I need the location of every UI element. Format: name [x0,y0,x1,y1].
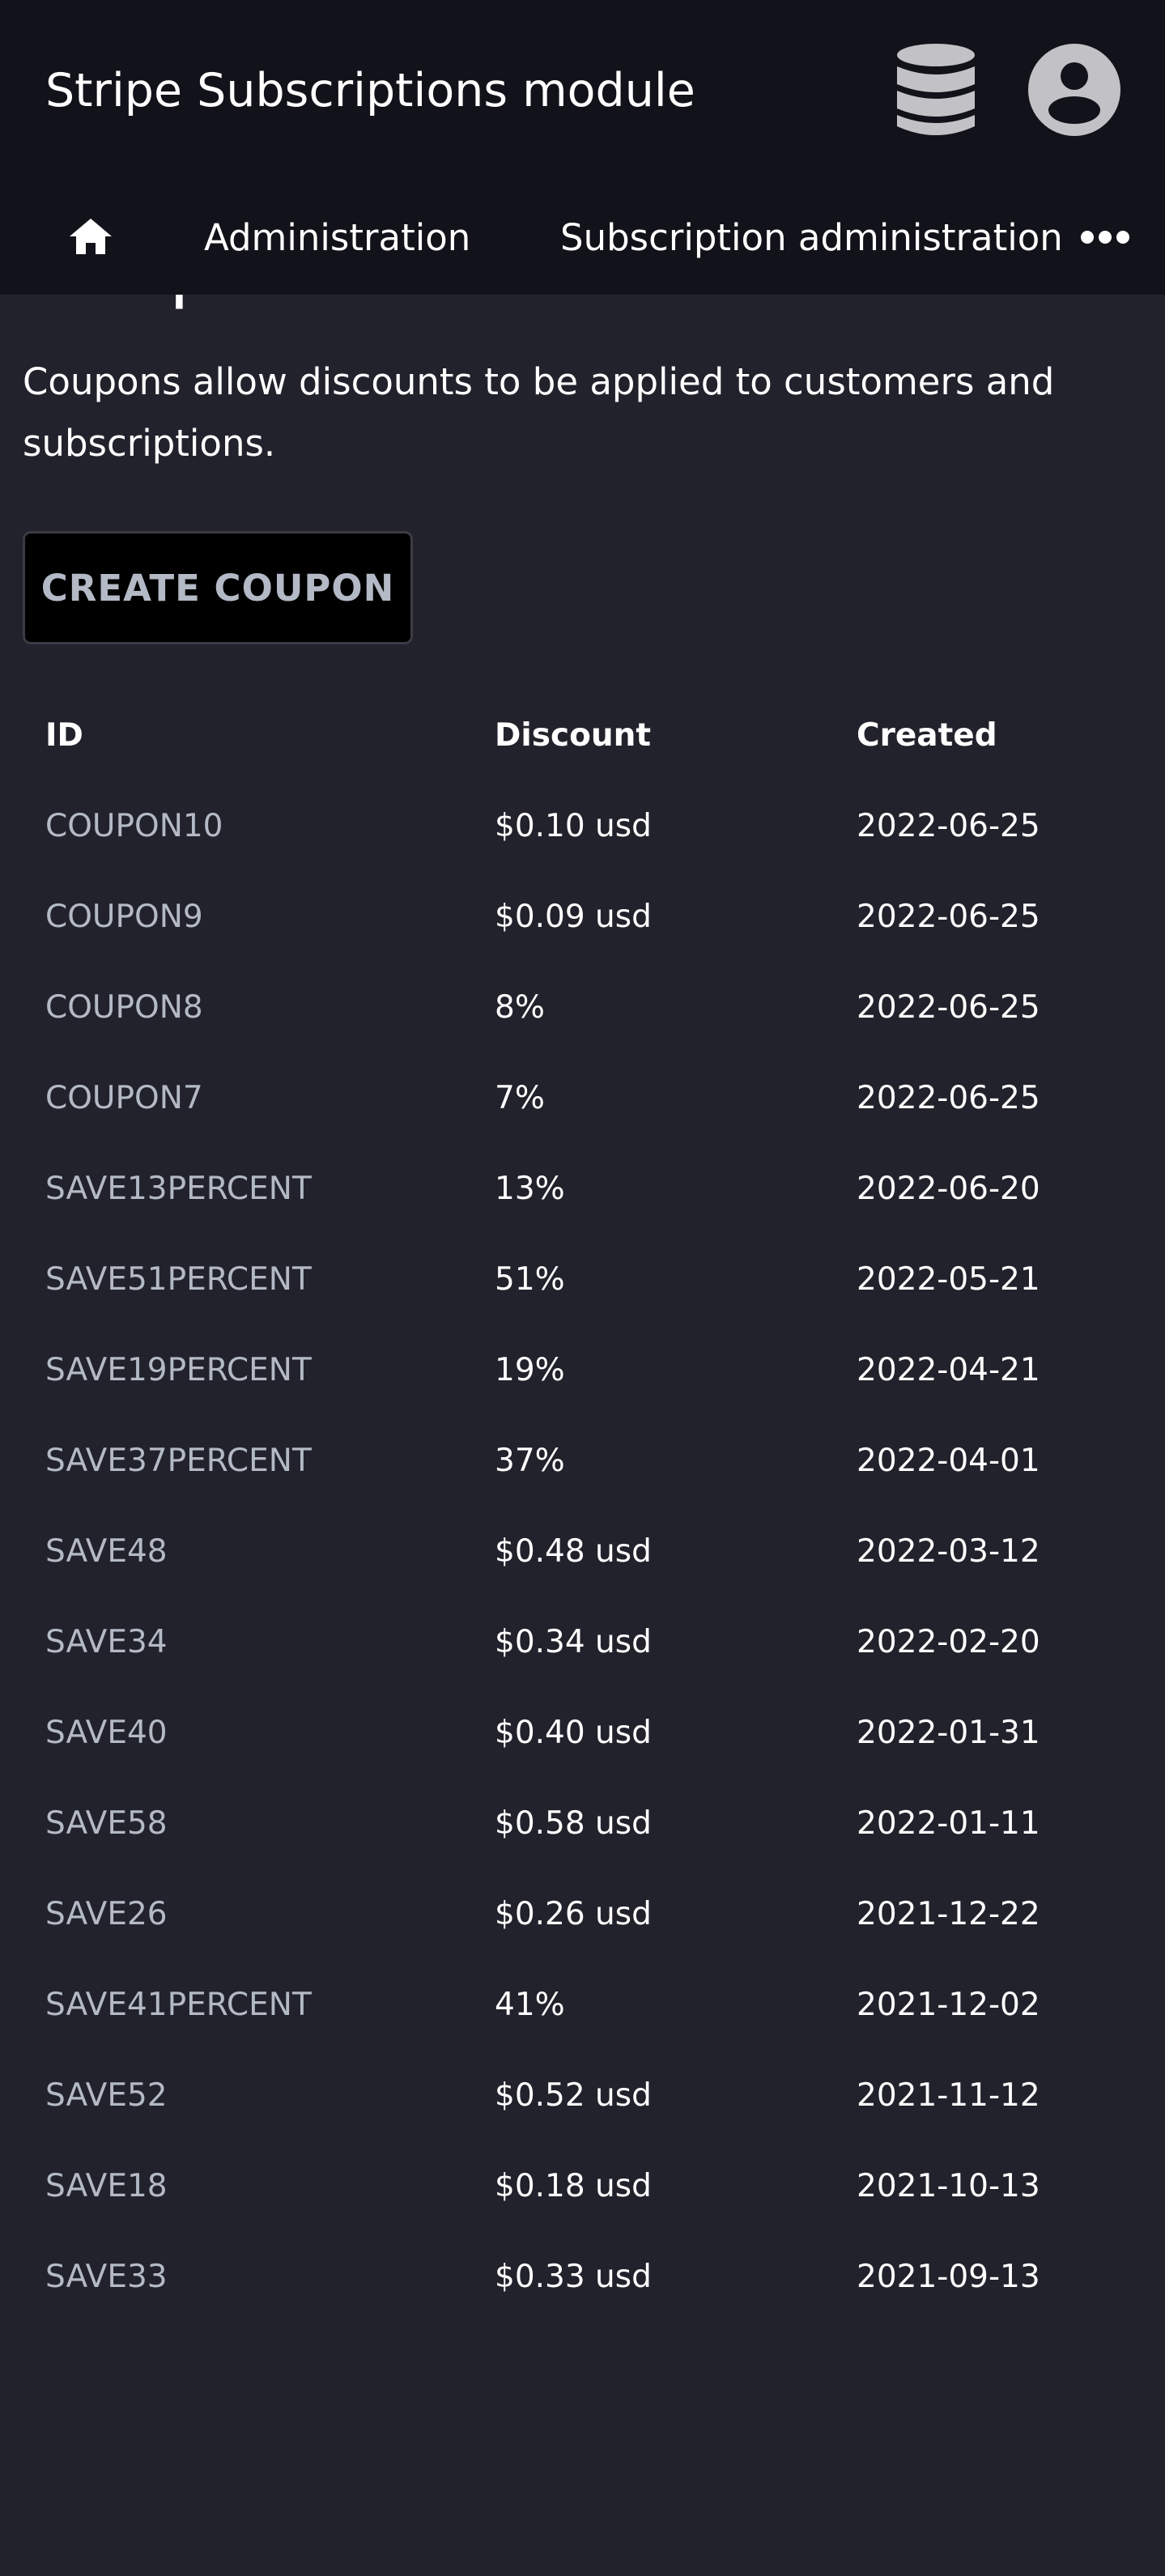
home-icon[interactable] [68,214,113,259]
create-coupon-button[interactable]: CREATE COUPON [23,531,413,644]
coupon-discount: 7% [495,1079,545,1116]
coupon-id-link[interactable]: SAVE40 [23,1687,495,1778]
coupon-created-date: 2022-06-25 [857,1079,1040,1116]
page-description: Coupons allow discounts to be applied to… [23,360,1055,465]
table-row[interactable]: SAVE52 $0.52 usd 2021-11-12 [23,2050,1142,2140]
coupon-id-link[interactable]: SAVE18 [23,2140,495,2231]
table-row[interactable]: SAVE58 $0.58 usd 2022-01-11 [23,1778,1142,1868]
nav-item-administration[interactable]: Administration [204,214,470,262]
coupon-discount: $0.52 usd [495,2077,652,2114]
table-row[interactable]: SAVE26 $0.26 usd 2021-12-22 [23,1868,1142,1959]
coupon-discount: $0.09 usd [495,898,652,935]
main-content: Coupons Coupons allow discounts to be ap… [0,178,1165,2322]
coupon-created-date: 2022-06-20 [857,1170,1040,1207]
coupon-created-date: 2021-12-22 [857,1895,1040,1932]
table-row[interactable]: SAVE48 $0.48 usd 2022-03-12 [23,1506,1142,1596]
coupon-discount: $0.58 usd [495,1804,652,1842]
database-icon[interactable] [895,44,976,138]
table-body: COUPON10 $0.10 usd 2022-06-25 COUPON9 $0.09 … [23,780,1142,2322]
coupon-discount: 37% [495,1442,565,1479]
coupon-created-date: 2022-03-12 [857,1532,1040,1570]
table-row[interactable]: COUPON10 $0.10 usd 2022-06-25 [23,780,1142,871]
coupon-id-link[interactable]: COUPON8 [23,962,495,1052]
table-row[interactable]: SAVE51PERCENT 51% 2022-05-21 [23,1234,1142,1324]
table-row[interactable]: SAVE33 $0.33 usd 2021-09-13 [23,2231,1142,2322]
coupon-id-link[interactable]: COUPON7 [23,1052,495,1143]
nav-item-subscription-administration[interactable]: Subscription administration [560,214,1063,262]
table-header-row: ID Discount Created [23,690,1142,780]
coupon-id-link[interactable]: SAVE58 [23,1778,495,1868]
coupon-discount: 19% [495,1351,565,1388]
breadcrumb-nav: Administration Subscription administrati… [0,178,1165,295]
coupons-table: ID Discount Created COUPON10 $0.10 usd 202… [23,690,1142,2322]
coupon-created-date: 2022-06-25 [857,898,1040,935]
table-row[interactable]: SAVE40 $0.40 usd 2022-01-31 [23,1687,1142,1778]
coupon-discount: $0.34 usd [495,1623,652,1660]
coupon-discount: $0.26 usd [495,1895,652,1932]
coupon-discount: 8% [495,988,545,1026]
coupon-created-date: 2021-12-02 [857,1986,1040,2023]
coupon-id-link[interactable]: SAVE51PERCENT [23,1234,495,1324]
coupon-created-date: 2022-02-20 [857,1623,1040,1660]
coupon-id-link[interactable]: SAVE52 [23,2050,495,2140]
coupon-id-link[interactable]: SAVE41PERCENT [23,1959,495,2050]
column-header-id: ID [45,716,83,754]
coupon-id-link[interactable]: SAVE37PERCENT [23,1415,495,1506]
coupon-id-link[interactable]: SAVE33 [23,2231,495,2322]
coupon-created-date: 2021-11-12 [857,2077,1040,2114]
coupon-created-date: 2021-10-13 [857,2167,1040,2204]
coupon-id-link[interactable]: SAVE48 [23,1506,495,1596]
coupon-id-link[interactable]: COUPON10 [23,780,495,871]
coupon-id-link[interactable]: SAVE26 [23,1868,495,1959]
table-row[interactable]: SAVE13PERCENT 13% 2022-06-20 [23,1143,1142,1234]
coupon-created-date: 2022-06-25 [857,988,1040,1026]
table-row[interactable]: COUPON7 7% 2022-06-25 [23,1052,1142,1143]
table-row[interactable]: SAVE18 $0.18 usd 2021-10-13 [23,2140,1142,2231]
coupon-discount: $0.18 usd [495,2167,652,2204]
coupon-created-date: 2022-05-21 [857,1260,1040,1298]
coupon-discount: $0.48 usd [495,1532,652,1570]
top-bar: Stripe Subscriptions module Administrati… [0,0,1165,295]
table-row[interactable]: SAVE37PERCENT 37% 2022-04-01 [23,1415,1142,1506]
coupon-created-date: 2022-04-01 [857,1442,1040,1479]
coupon-discount: $0.40 usd [495,1714,652,1751]
more-horizontal-icon[interactable] [1080,225,1130,249]
table-row[interactable]: SAVE41PERCENT 41% 2021-12-02 [23,1959,1142,2050]
coupon-discount: $0.10 usd [495,807,652,844]
coupon-discount: $0.33 usd [495,2258,652,2295]
coupon-created-date: 2022-06-25 [857,807,1040,844]
column-header-discount: Discount [495,716,652,754]
coupon-id-link[interactable]: SAVE19PERCENT [23,1324,495,1415]
coupon-id-link[interactable]: COUPON9 [23,871,495,962]
table-row[interactable]: COUPON9 $0.09 usd 2022-06-25 [23,871,1142,962]
coupon-discount: 41% [495,1986,565,2023]
coupon-discount: 13% [495,1170,565,1207]
coupon-created-date: 2021-09-13 [857,2258,1040,2295]
app-title[interactable]: Stripe Subscriptions module [45,58,695,123]
coupon-created-date: 2022-01-31 [857,1714,1040,1751]
column-header-created: Created [857,716,997,754]
coupon-discount: 51% [495,1260,565,1298]
coupon-id-link[interactable]: SAVE34 [23,1596,495,1687]
user-account-icon[interactable] [1028,44,1120,136]
table-row[interactable]: SAVE19PERCENT 19% 2022-04-21 [23,1324,1142,1415]
coupon-created-date: 2022-04-21 [857,1351,1040,1388]
coupon-created-date: 2022-01-11 [857,1804,1040,1842]
table-row[interactable]: SAVE34 $0.34 usd 2022-02-20 [23,1596,1142,1687]
table-row[interactable]: COUPON8 8% 2022-06-25 [23,962,1142,1052]
coupon-id-link[interactable]: SAVE13PERCENT [23,1143,495,1234]
